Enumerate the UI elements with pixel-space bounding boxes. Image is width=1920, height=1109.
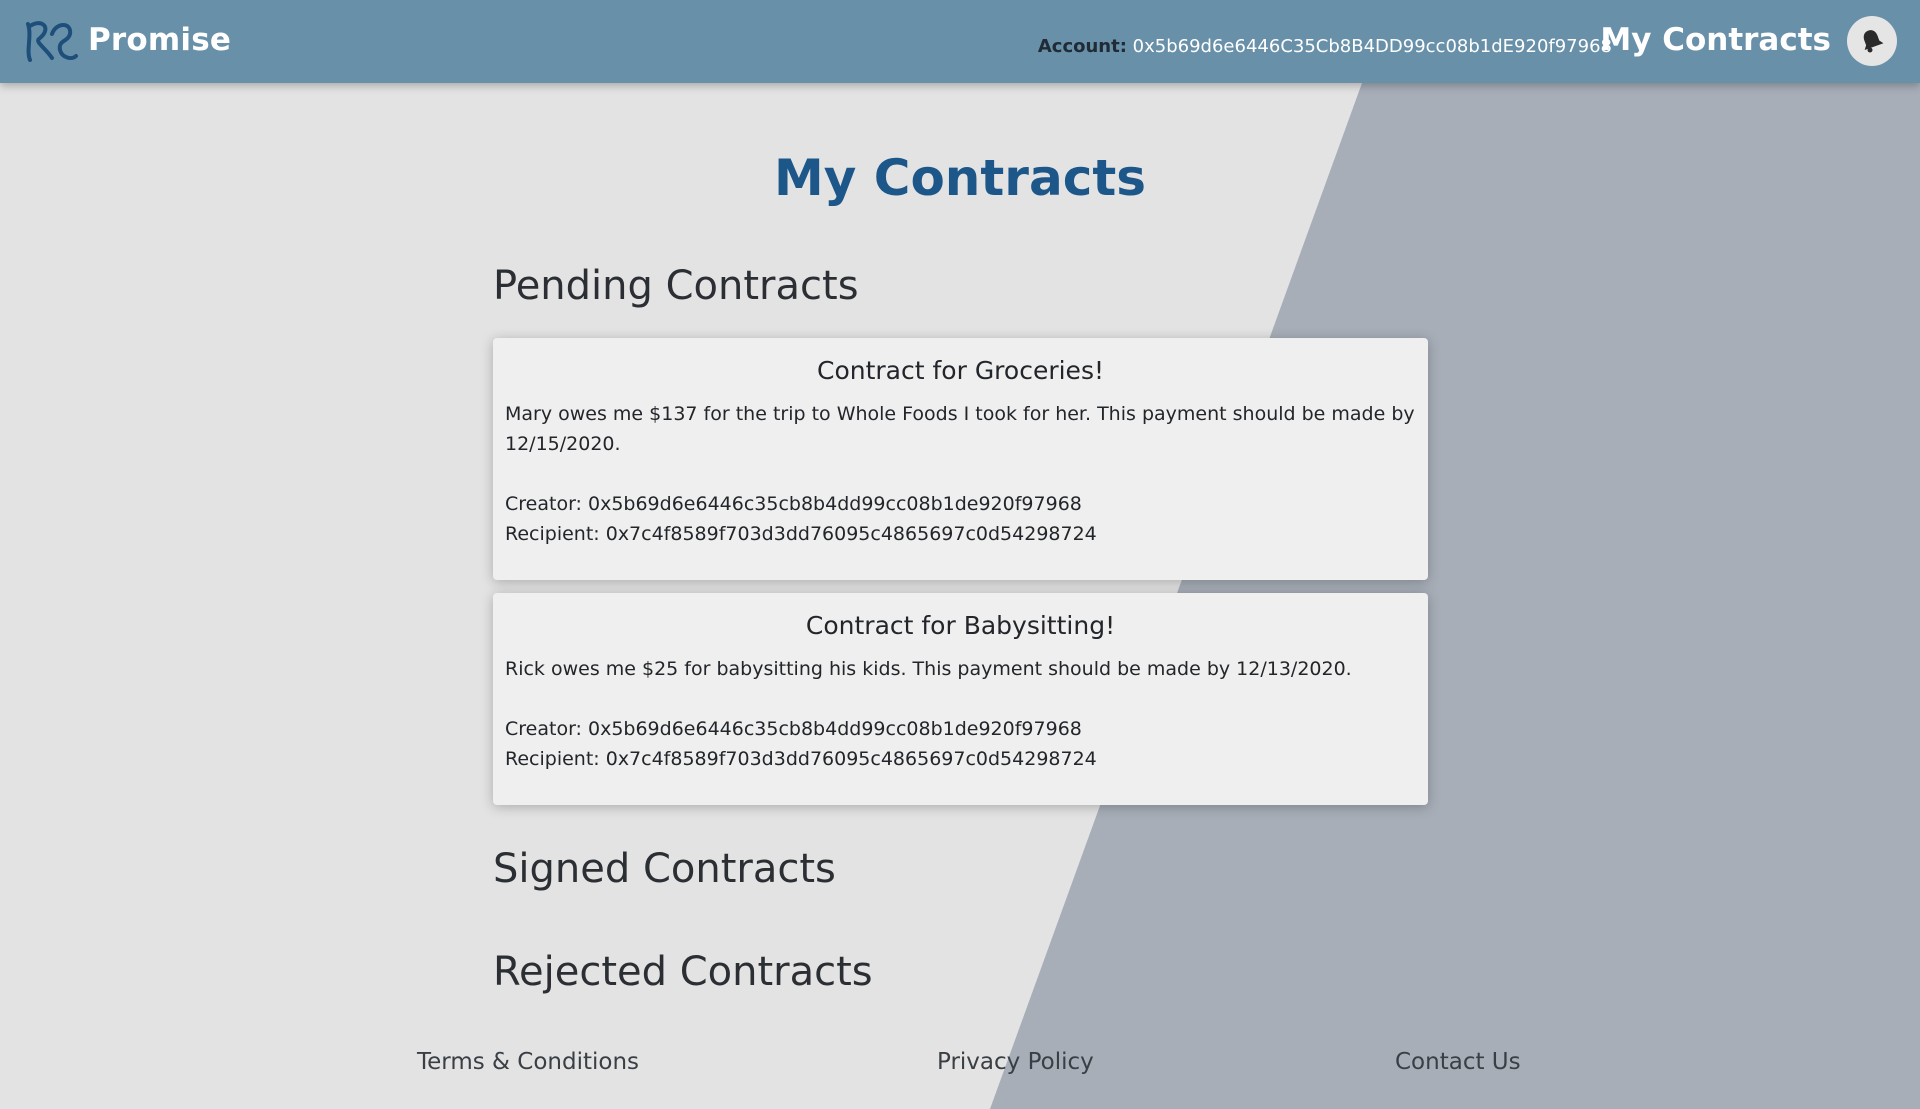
contract-title: Contract for Babysitting! — [805, 611, 1116, 640]
page-title: My Contracts — [774, 149, 1146, 207]
pending-contracts-heading: Pending Contracts — [493, 263, 859, 309]
contract-creator: Creator: 0x5b69d6e6446c35cb8b4dd99cc08b1… — [505, 718, 1082, 740]
contract-card[interactable]: Contract for Groceries! Mary owes me $13… — [493, 338, 1428, 580]
footer-contact-link[interactable]: Contact Us — [1395, 1049, 1521, 1075]
nav-my-contracts-link[interactable]: My Contracts — [1600, 22, 1831, 58]
bell-icon — [1863, 30, 1884, 53]
brand-home-link[interactable]: Promise — [22, 16, 231, 64]
contract-meta: Creator: 0x5b69d6e6446c35cb8b4dd99cc08b1… — [505, 714, 1416, 774]
account-address: 0x5b69d6e6446C35Cb8B4DD99cc08b1dE920f979… — [1132, 36, 1612, 57]
contract-title: Contract for Groceries! — [817, 356, 1104, 385]
contract-description: Rick owes me $25 for babysitting his kid… — [505, 658, 1352, 680]
contract-creator: Creator: 0x5b69d6e6446c35cb8b4dd99cc08b1… — [505, 493, 1082, 515]
footer-terms-link[interactable]: Terms & Conditions — [417, 1049, 639, 1075]
account-label: Account: — [1037, 36, 1127, 57]
contract-recipient: Recipient: 0x7c4f8589f703d3dd76095c48656… — [505, 748, 1097, 770]
contract-recipient: Recipient: 0x7c4f8589f703d3dd76095c48656… — [505, 523, 1097, 545]
notifications-button[interactable] — [1847, 16, 1897, 66]
signed-contracts-heading: Signed Contracts — [493, 846, 836, 892]
contract-description: Mary owes me $137 for the trip to Whole … — [505, 403, 1415, 455]
promise-logo-icon — [26, 21, 78, 62]
account-info: Account: 0x5b69d6e6446C35Cb8B4DD99cc08b1… — [1038, 36, 1612, 57]
footer-privacy-link[interactable]: Privacy Policy — [937, 1049, 1094, 1075]
contract-meta: Creator: 0x5b69d6e6446c35cb8b4dd99cc08b1… — [505, 489, 1416, 549]
contract-card[interactable]: Contract for Babysitting! Rick owes me $… — [493, 593, 1428, 805]
top-navbar: Promise Account: 0x5b69d6e6446C35Cb8B4DD… — [0, 0, 1920, 83]
brand-name: Promise — [88, 22, 232, 58]
rejected-contracts-heading: Rejected Contracts — [493, 949, 873, 995]
